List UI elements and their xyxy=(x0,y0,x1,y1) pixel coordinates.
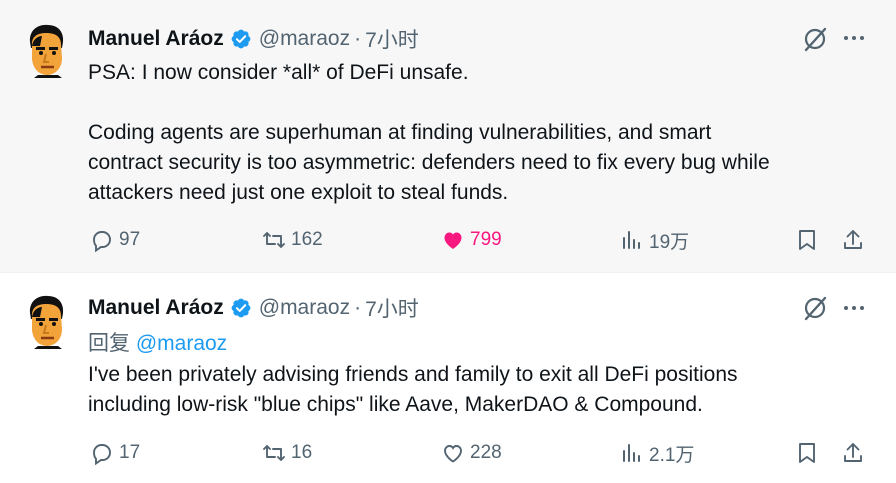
separator: · xyxy=(354,296,362,319)
reply-button[interactable]: 17 xyxy=(90,438,140,468)
views-button[interactable]: 19万 xyxy=(620,225,689,255)
like-icon xyxy=(444,232,462,249)
share-icon[interactable] xyxy=(841,228,865,252)
grok-icon[interactable] xyxy=(802,295,828,321)
tweet-text-line: PSA: I now consider *all* of DeFi unsafe… xyxy=(88,61,469,84)
like-button[interactable]: 228 xyxy=(441,438,502,468)
verified-badge-icon xyxy=(231,298,251,318)
more-icon[interactable] xyxy=(842,26,866,50)
views-button[interactable]: 2.1万 xyxy=(620,438,694,468)
like-count: 228 xyxy=(470,442,502,463)
tweet-text: PSA: I now consider *all* of DeFi unsafe… xyxy=(88,58,868,208)
repost-icon xyxy=(263,232,285,248)
bookmark-icon[interactable] xyxy=(795,228,819,252)
view-count: 2.1万 xyxy=(649,444,695,466)
like-count: 799 xyxy=(470,229,502,250)
author-handle[interactable]: @maraoz xyxy=(259,27,350,51)
like-button[interactable]: 799 xyxy=(441,225,502,255)
repost-button[interactable]: 162 xyxy=(262,225,323,255)
timestamp[interactable]: 7小时 xyxy=(365,293,419,323)
views-icon xyxy=(623,444,640,462)
reply-button[interactable]: 97 xyxy=(90,225,140,255)
repost-icon xyxy=(263,445,285,461)
reply-count: 97 xyxy=(119,229,141,250)
action-bar: 17 16 228 2.1万 xyxy=(88,438,868,468)
reply-prefix: 回复 xyxy=(88,332,130,355)
tweet-text-line: including low-risk "blue chips" like Aav… xyxy=(88,393,703,416)
share-icon[interactable] xyxy=(841,441,865,465)
view-count: 19万 xyxy=(649,231,690,253)
tweet-text-line: attackers need just one exploit to steal… xyxy=(88,181,509,204)
author-name[interactable]: Manuel Aráoz xyxy=(88,27,224,51)
views-icon xyxy=(623,231,640,249)
grok-icon[interactable] xyxy=(802,26,828,52)
tweet-header: Manuel Aráoz @maraoz · 7小时 xyxy=(88,293,419,323)
tweet[interactable]: Manuel Aráoz @maraoz · 7小时 回复 @maraoz I'… xyxy=(0,272,896,483)
timestamp[interactable]: 7小时 xyxy=(365,24,419,54)
reply-count: 17 xyxy=(119,442,141,463)
like-icon xyxy=(444,445,462,463)
reply-to-link[interactable]: @maraoz xyxy=(136,332,227,355)
verified-badge-icon xyxy=(231,29,251,49)
tweet-text-line: Coding agents are superhuman at finding … xyxy=(88,121,712,144)
author-handle[interactable]: @maraoz xyxy=(259,296,350,320)
tweet-text-line: I've been privately advising friends and… xyxy=(88,363,738,386)
tweet-text: I've been privately advising friends and… xyxy=(88,360,868,420)
bookmark-icon[interactable] xyxy=(795,441,819,465)
repost-count: 16 xyxy=(291,442,313,463)
avatar[interactable] xyxy=(24,295,68,349)
reply-context: 回复 @maraoz xyxy=(88,327,227,357)
tweet-text-line: contract security is too asymmetric: def… xyxy=(88,151,770,174)
author-name[interactable]: Manuel Aráoz xyxy=(88,296,224,320)
reply-icon xyxy=(93,444,111,465)
action-bar: 97 162 799 19万 xyxy=(88,225,868,255)
tweet-text-line xyxy=(88,88,868,118)
avatar[interactable] xyxy=(24,24,68,78)
reply-icon xyxy=(93,231,111,252)
repost-button[interactable]: 16 xyxy=(262,438,312,468)
more-icon[interactable] xyxy=(842,296,866,320)
separator: · xyxy=(354,27,362,50)
repost-count: 162 xyxy=(291,229,323,250)
tweet-header: Manuel Aráoz @maraoz · 7小时 xyxy=(88,24,419,54)
tweet[interactable]: Manuel Aráoz @maraoz · 7小时 PSA: I now co… xyxy=(0,0,896,272)
